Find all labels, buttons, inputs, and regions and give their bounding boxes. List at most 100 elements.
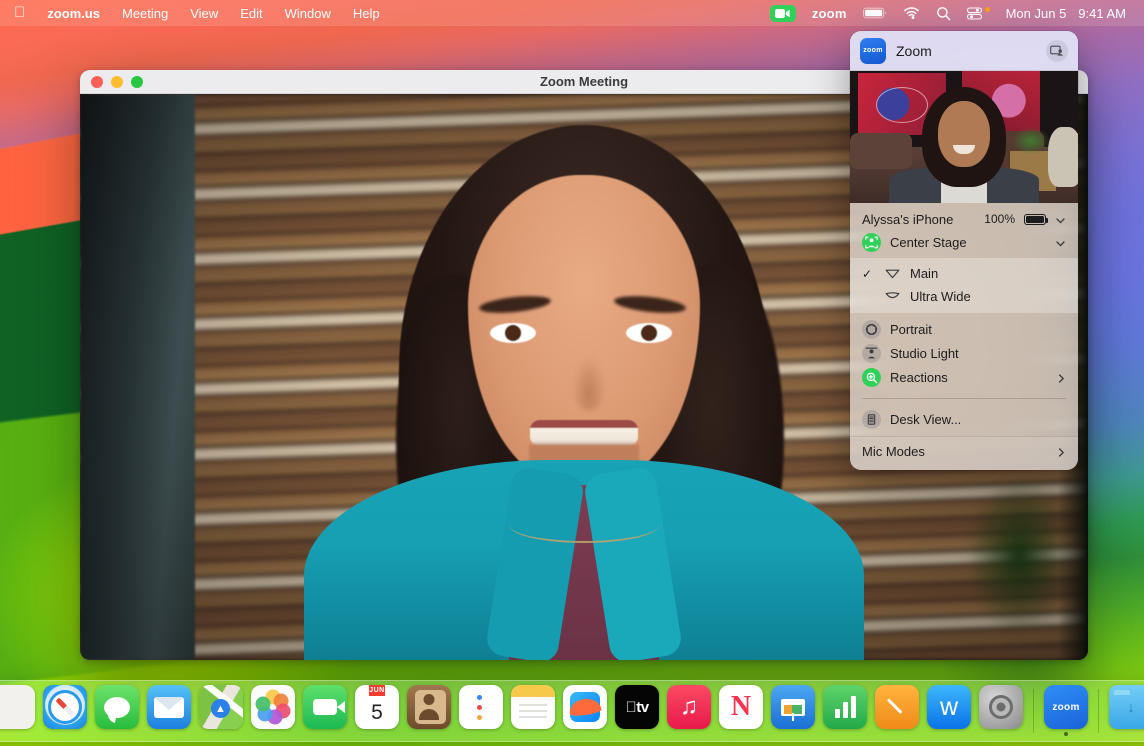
dock-item-photos[interactable] — [250, 685, 296, 736]
menu-item-view[interactable]: View — [179, 4, 229, 23]
device-section: Alyssa's iPhone 100% Center Stage — [850, 203, 1078, 258]
preview-participant — [894, 87, 1034, 203]
participant-jacket — [304, 460, 864, 660]
dock-item-news[interactable]: N — [718, 685, 764, 736]
participant-nose — [572, 355, 606, 411]
running-indicator — [11, 732, 15, 736]
running-indicator — [583, 732, 587, 736]
dock-item-system-settings[interactable] — [978, 685, 1024, 736]
camera-in-use-icon[interactable] — [762, 2, 804, 24]
desktop:  zoom.us Meeting View Edit Window Help … — [0, 0, 1144, 746]
menu-item-window[interactable]: Window — [274, 4, 342, 23]
dock-item-keynote[interactable] — [770, 685, 816, 736]
dock-item-pages[interactable] — [874, 685, 920, 736]
desk-view-label: Desk View... — [890, 412, 961, 427]
chevron-down-icon[interactable] — [1055, 237, 1066, 248]
menu-bar-time[interactable]: 9:41 AM — [1074, 2, 1134, 24]
chevron-right-icon[interactable] — [1057, 372, 1066, 383]
photos-icon — [251, 685, 295, 729]
mic-in-use-dot — [985, 7, 990, 12]
running-indicator — [791, 732, 795, 736]
desk-view-row[interactable]: Desk View... — [850, 408, 1078, 432]
running-indicator — [479, 732, 483, 736]
camera-device-name: Alyssa's iPhone — [862, 212, 953, 227]
freeform-icon — [563, 685, 607, 729]
dock-item-mail[interactable] — [146, 685, 192, 736]
effect-reactions-row[interactable]: Reactions — [850, 365, 1078, 389]
dock-item-freeform[interactable] — [562, 685, 608, 736]
dock-item-safari[interactable] — [42, 685, 88, 736]
dock-item-contacts[interactable] — [406, 685, 452, 736]
effect-portrait-row[interactable]: Portrait — [850, 317, 1078, 341]
menu-divider — [862, 398, 1066, 399]
lens-option-main[interactable]: ✓ Main — [850, 262, 1078, 285]
participant-eye-left — [490, 323, 536, 343]
menu-item-meeting[interactable]: Meeting — [111, 4, 179, 23]
camera-battery-percent: 100% — [984, 212, 1015, 226]
dock-item-launchpad[interactable] — [0, 685, 36, 736]
dock-item-calendar[interactable]: JUN 5 — [354, 685, 400, 736]
effects-section: Portrait Studio Light Reactions — [850, 313, 1078, 393]
dock-item-notes[interactable] — [510, 685, 556, 736]
chevron-right-icon[interactable] — [1057, 446, 1066, 457]
camera-preview[interactable] — [850, 71, 1078, 203]
lens-ultrawide-label: Ultra Wide — [910, 289, 971, 304]
camera-device-row[interactable]: Alyssa's iPhone 100% — [850, 207, 1078, 230]
running-indicator — [947, 732, 951, 736]
effect-studio-light-label: Studio Light — [890, 346, 959, 361]
dock-item-downloads[interactable]: ↓ — [1108, 685, 1144, 736]
menu-status-zoom-label[interactable]: zoom — [804, 2, 855, 24]
effect-portrait-label: Portrait — [890, 322, 932, 337]
dock-item-numbers[interactable] — [822, 685, 868, 736]
dock-item-reminders[interactable] — [458, 685, 504, 736]
running-indicator — [271, 732, 275, 736]
video-effects-menu[interactable]: zoom Zoom — [850, 31, 1078, 470]
dock-item-zoom[interactable]: zoom — [1043, 685, 1089, 736]
presenter-overlay-icon[interactable] — [1046, 40, 1068, 62]
lens-option-ultra-wide[interactable]: Ultra Wide — [850, 285, 1078, 308]
numbers-icon — [823, 685, 867, 729]
menu-item-help[interactable]: Help — [342, 4, 391, 23]
battery-icon — [1024, 214, 1046, 225]
dock-item-messages[interactable] — [94, 685, 140, 736]
dock-item-facetime[interactable] — [302, 685, 348, 736]
running-indicator — [895, 732, 899, 736]
menu-app-name[interactable]: zoom.us — [36, 4, 111, 23]
contacts-icon — [407, 685, 451, 729]
running-indicator — [999, 732, 1003, 736]
battery-icon[interactable] — [855, 2, 895, 24]
menu-item-edit[interactable]: Edit — [229, 4, 273, 23]
center-stage-row[interactable]: Center Stage — [850, 230, 1078, 254]
reminders-icon — [459, 685, 503, 729]
mail-icon — [147, 685, 191, 729]
meeting-participant — [304, 115, 864, 660]
wifi-icon[interactable] — [895, 2, 928, 24]
control-center-icon[interactable] — [959, 2, 998, 24]
dock-separator — [1098, 689, 1099, 733]
apple-logo-icon[interactable]:  — [8, 4, 36, 23]
dock-item-appletv[interactable]: tv — [614, 685, 660, 736]
center-stage-icon — [862, 233, 881, 252]
dock-item-music[interactable]: ♫ — [666, 685, 712, 736]
dock-item-appstore[interactable]: w — [926, 685, 972, 736]
chevron-down-icon[interactable] — [1055, 214, 1066, 225]
running-indicator — [63, 732, 67, 736]
running-indicator — [635, 732, 639, 736]
menu-bar:  zoom.us Meeting View Edit Window Help … — [0, 0, 1144, 26]
dock-item-maps[interactable]: ▲ — [198, 685, 244, 736]
running-indicator — [1129, 732, 1133, 736]
calendar-day: 5 — [371, 696, 383, 729]
running-indicator — [1064, 732, 1068, 736]
search-icon[interactable] — [928, 2, 959, 24]
menu-bar-date[interactable]: Mon Jun 5 — [998, 2, 1075, 24]
mic-modes-row[interactable]: Mic Modes — [850, 440, 1078, 464]
preview-vase — [1048, 127, 1078, 187]
effect-studio-light-row[interactable]: Studio Light — [850, 341, 1078, 365]
appletv-icon: tv — [615, 685, 659, 729]
system-settings-icon — [979, 685, 1023, 729]
participant-necklace — [509, 507, 659, 543]
calendar-month: JUN — [369, 685, 385, 696]
studio-light-icon — [862, 344, 881, 363]
dock[interactable]: ▲ JUN 5 — [0, 680, 1144, 742]
lens-main-icon — [884, 268, 901, 279]
